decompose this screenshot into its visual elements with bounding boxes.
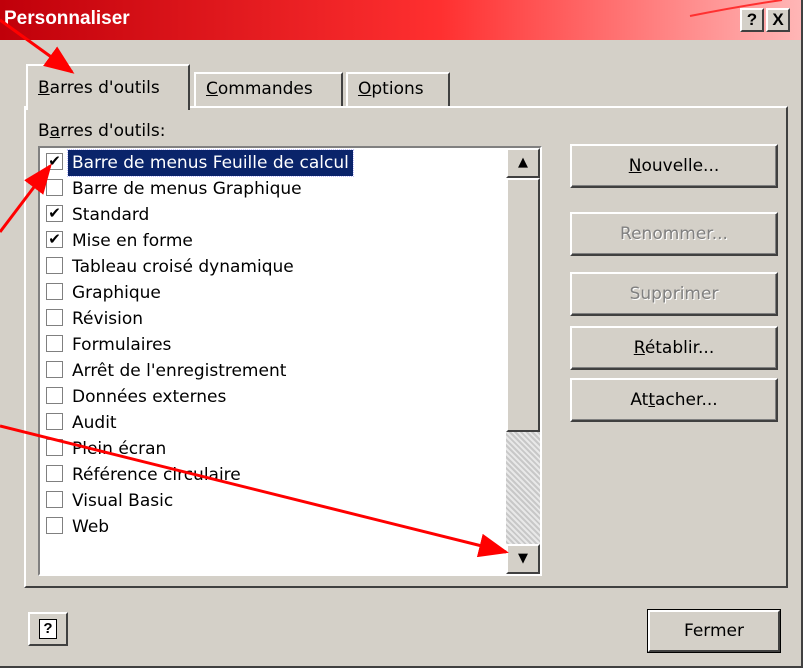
scroll-down-button[interactable]: ▼ [506,544,540,574]
scroll-up-button[interactable]: ▲ [506,148,540,178]
toolbar-list-item[interactable]: Formulaires [42,332,506,358]
toolbar-checkbox[interactable]: ✔ [46,153,63,170]
toolbar-item-label: Arrêt de l'enregistrement [72,361,287,381]
toolbar-list-item[interactable]: ✔ Standard [42,202,506,228]
toolbar-checkbox[interactable]: ✔ [46,205,63,222]
delete-toolbar-button[interactable]: Supprimer [570,272,778,316]
toolbar-checkbox[interactable] [46,335,63,352]
toolbar-checkbox[interactable] [46,179,63,196]
toolbar-list-item[interactable]: Données externes [42,384,506,410]
toolbar-list-item[interactable]: Arrêt de l'enregistrement [42,358,506,384]
toolbar-list-item[interactable]: Référence circulaire [42,462,506,488]
toolbar-checkbox[interactable] [46,465,63,482]
toolbars-panel: Barres d'outils: ✔ Barre de menus Feuille… [24,106,788,588]
toolbar-list-item[interactable]: Tableau croisé dynamique [42,254,506,280]
tab-commands[interactable]: Commandes [194,72,343,108]
arrow-up-icon: ▲ [518,155,528,170]
toolbar-item-label: Graphique [72,283,161,303]
toolbar-item-label: Standard [72,205,150,225]
toolbar-list-item[interactable]: Plein écran [42,436,506,462]
toolbar-list-item[interactable]: Web [42,514,506,540]
toolbar-checkbox[interactable] [46,309,63,326]
toolbar-item-label: Visual Basic [72,491,174,511]
toolbar-checkbox[interactable] [46,283,63,300]
toolbar-list-item[interactable]: Visual Basic [42,488,506,514]
toolbar-checkbox[interactable] [46,361,63,378]
toolbar-item-label: Révision [72,309,144,329]
toolbar-item-label: Données externes [72,387,227,407]
toolbar-list-item[interactable]: Audit [42,410,506,436]
tab-toolbars[interactable]: Barres d'outils [26,64,190,110]
attach-toolbar-button[interactable]: Attacher... [570,378,778,422]
help-question-icon: ? [39,619,57,639]
scroll-thumb[interactable] [506,178,540,432]
toolbar-checkbox[interactable] [46,257,63,274]
customize-dialog: Personnaliser ? X Barres d'outils Comman… [0,0,803,668]
toolbar-list-item[interactable]: ✔ Barre de menus Feuille de calcul [42,149,506,177]
question-icon: ? [746,10,758,29]
toolbar-checkbox[interactable]: ✔ [46,231,63,248]
close-icon: X [772,10,784,29]
toolbar-item-label: Barre de menus Graphique [72,179,302,199]
title-close-button[interactable]: X [766,8,790,32]
new-toolbar-button[interactable]: Nouvelle... [570,144,778,188]
tab-options[interactable]: Options [346,72,450,108]
title-help-button[interactable]: ? [740,8,764,32]
context-help-button[interactable]: ? [28,612,68,646]
window-title: Personnaliser [4,8,130,29]
toolbar-item-label: Tableau croisé dynamique [72,257,294,277]
toolbar-item-label: Audit [72,413,117,433]
toolbar-list-item[interactable]: ✔ Mise en forme [42,228,506,254]
toolbars-listbox[interactable]: ✔ Barre de menus Feuille de calcul Barre d… [38,146,542,576]
toolbar-item-label: Référence circulaire [72,465,241,485]
toolbar-item-label: Barre de menus Feuille de calcul [67,149,354,177]
toolbar-list-item[interactable]: Révision [42,306,506,332]
toolbar-list-item[interactable]: Graphique [42,280,506,306]
toolbar-item-label: Plein écran [72,439,167,459]
toolbars-list-label: Barres d'outils: [38,121,166,141]
reset-toolbar-button[interactable]: Rétablir... [570,326,778,370]
title-bar[interactable]: Personnaliser ? X [0,0,801,40]
arrow-down-icon: ▼ [518,551,528,566]
toolbar-list-item[interactable]: Barre de menus Graphique [42,176,506,202]
toolbar-checkbox[interactable] [46,517,63,534]
toolbars-scrollbar[interactable]: ▲ ▼ [506,148,540,574]
close-button[interactable]: Fermer [647,609,781,653]
toolbar-checkbox[interactable] [46,491,63,508]
toolbar-checkbox[interactable] [46,439,63,456]
toolbars-rows: ✔ Barre de menus Feuille de calcul Barre d… [42,149,506,540]
rename-toolbar-button[interactable]: Renommer... [570,212,778,256]
toolbar-checkbox[interactable] [46,413,63,430]
toolbar-item-label: Formulaires [72,335,172,355]
toolbar-item-label: Mise en forme [72,231,193,251]
toolbar-checkbox[interactable] [46,387,63,404]
toolbar-item-label: Web [72,517,110,537]
